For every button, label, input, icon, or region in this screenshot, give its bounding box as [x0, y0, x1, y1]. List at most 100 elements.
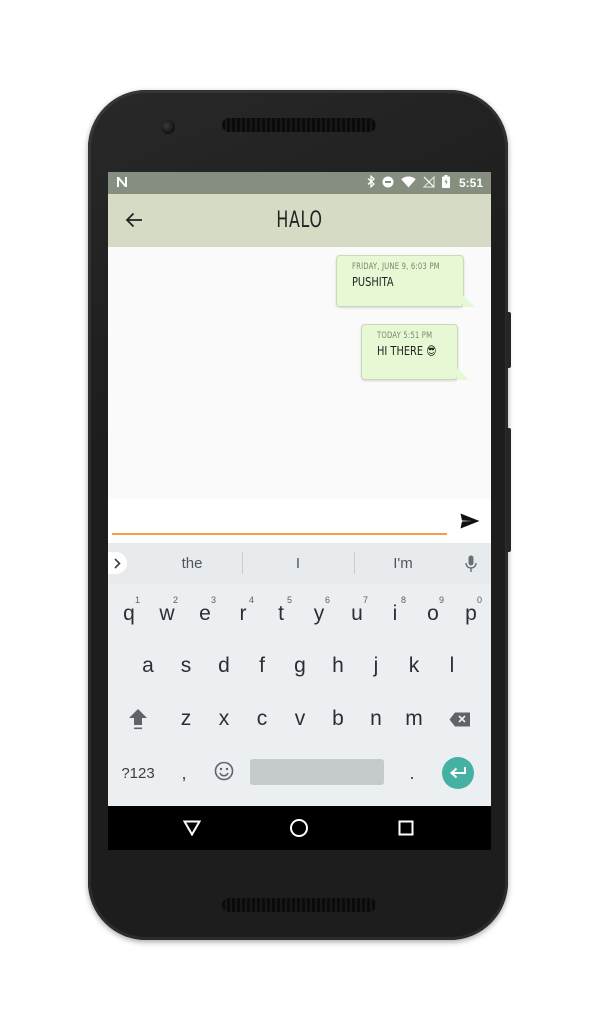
emoji-icon[interactable]	[208, 749, 240, 793]
key-m[interactable]: m	[395, 697, 433, 741]
key-q[interactable]: q1	[110, 592, 148, 636]
key-label: b	[332, 707, 344, 730]
arrow-back-icon[interactable]	[122, 208, 146, 232]
key-f[interactable]: f	[243, 644, 281, 688]
chevron-right-icon[interactable]	[108, 552, 127, 574]
volume-rocker[interactable]	[506, 428, 511, 552]
conversation-title: HALO	[276, 208, 323, 233]
key-label: d	[218, 654, 230, 677]
do-not-disturb-icon	[382, 176, 394, 191]
key-number-hint: 7	[362, 595, 368, 605]
key-c[interactable]: c	[243, 697, 281, 741]
message-timestamp: Today 5:51 PM	[377, 331, 433, 341]
message-bubble[interactable]: Friday, June 9, 6:03 PM PUSHITA	[336, 255, 475, 307]
message-timestamp: Friday, June 9, 6:03 PM	[352, 262, 440, 272]
key-a[interactable]: a	[129, 644, 167, 688]
key-label: c	[256, 707, 268, 730]
key-label: u	[351, 602, 363, 625]
suggestion-strip: the I I'm	[108, 543, 491, 584]
app-bar: HALO	[108, 194, 491, 247]
suggestion-item[interactable]: I'm	[363, 555, 443, 572]
key-e[interactable]: e3	[186, 592, 224, 636]
key-label: j	[373, 654, 379, 677]
key-label: a	[142, 654, 154, 677]
key-j[interactable]: j	[357, 644, 395, 688]
key-label: g	[294, 654, 306, 677]
suggestion-divider	[354, 552, 355, 574]
recents-square-icon[interactable]	[394, 816, 418, 840]
key-label: s	[180, 654, 192, 677]
front-camera	[161, 120, 175, 134]
key-t[interactable]: t5	[262, 592, 300, 636]
key-label: z	[180, 707, 192, 730]
key-n[interactable]: n	[357, 697, 395, 741]
home-circle-icon[interactable]	[287, 816, 311, 840]
key-x[interactable]: x	[205, 697, 243, 741]
wifi-icon	[401, 176, 416, 191]
status-bar: 5:51	[108, 172, 491, 194]
key-label: o	[427, 602, 439, 625]
key-label: m	[405, 707, 423, 730]
key-v[interactable]: v	[281, 697, 319, 741]
key-number-hint: 6	[324, 595, 330, 605]
message-input[interactable]	[112, 507, 447, 535]
message-text: PUSHITA	[352, 275, 394, 289]
key-number-hint: 3	[210, 595, 216, 605]
key-b[interactable]: b	[319, 697, 357, 741]
bluetooth-icon	[367, 174, 375, 191]
enter-key[interactable]	[442, 757, 474, 789]
key-number-hint: 4	[248, 595, 254, 605]
key-label: w	[159, 602, 175, 625]
key-number-hint: 0	[476, 595, 482, 605]
message-text: HI THERE 😎	[377, 344, 437, 358]
key-d[interactable]: d	[205, 644, 243, 688]
key-label: k	[408, 654, 420, 677]
suggestion-item[interactable]: the	[152, 555, 232, 572]
key-k[interactable]: k	[395, 644, 433, 688]
suggestion-divider	[242, 552, 243, 574]
composer	[108, 499, 491, 543]
key-label: i	[392, 602, 398, 625]
message-list[interactable]: Friday, June 9, 6:03 PM PUSHITA Today 5:…	[108, 247, 491, 499]
shift-key[interactable]	[122, 697, 154, 741]
n-logo-icon	[116, 176, 130, 191]
key-s[interactable]: s	[167, 644, 205, 688]
key-i[interactable]: i8	[376, 592, 414, 636]
soft-keyboard: the I I'm ?123 , . q1 w 2 e 3 r 4 t 5 y 6…	[108, 543, 491, 806]
space-bar[interactable]	[250, 759, 384, 785]
status-time: 5:51	[458, 176, 483, 190]
message-bubble[interactable]: Today 5:51 PM HI THERE 😎	[361, 324, 469, 380]
key-z[interactable]: z	[167, 697, 205, 741]
key-g[interactable]: g	[281, 644, 319, 688]
power-button[interactable]	[506, 312, 511, 368]
back-triangle-icon[interactable]	[180, 816, 204, 840]
key-label: p	[465, 602, 477, 625]
key-h[interactable]: h	[319, 644, 357, 688]
key-label: t	[278, 602, 284, 625]
key-label: x	[218, 707, 230, 730]
symbols-key[interactable]: ?123	[114, 751, 162, 795]
microphone-icon[interactable]	[462, 554, 480, 574]
key-w[interactable]: w2	[148, 592, 186, 636]
key-y[interactable]: y6	[300, 592, 338, 636]
period-key[interactable]: .	[396, 751, 428, 795]
suggestion-item[interactable]: I	[258, 555, 338, 572]
key-r[interactable]: r4	[224, 592, 262, 636]
key-u[interactable]: u7	[338, 592, 376, 636]
comma-key[interactable]: ,	[168, 751, 200, 795]
key-o[interactable]: o9	[414, 592, 452, 636]
key-label: v	[294, 707, 306, 730]
top-speaker-grille	[222, 118, 376, 132]
screen: 5:51 HALO Friday, June 9, 6:03 PM PUSHIT…	[108, 172, 491, 850]
key-number-hint: 2	[172, 595, 178, 605]
send-icon[interactable]	[458, 509, 482, 533]
key-label: r	[239, 602, 247, 625]
key-label: n	[370, 707, 382, 730]
key-label: l	[449, 654, 455, 677]
backspace-key[interactable]	[442, 697, 478, 741]
key-p[interactable]: p0	[452, 592, 490, 636]
key-label: f	[259, 654, 265, 677]
bottom-speaker-grille	[222, 898, 376, 912]
key-l[interactable]: l	[433, 644, 471, 688]
no-sim-icon	[422, 175, 435, 191]
